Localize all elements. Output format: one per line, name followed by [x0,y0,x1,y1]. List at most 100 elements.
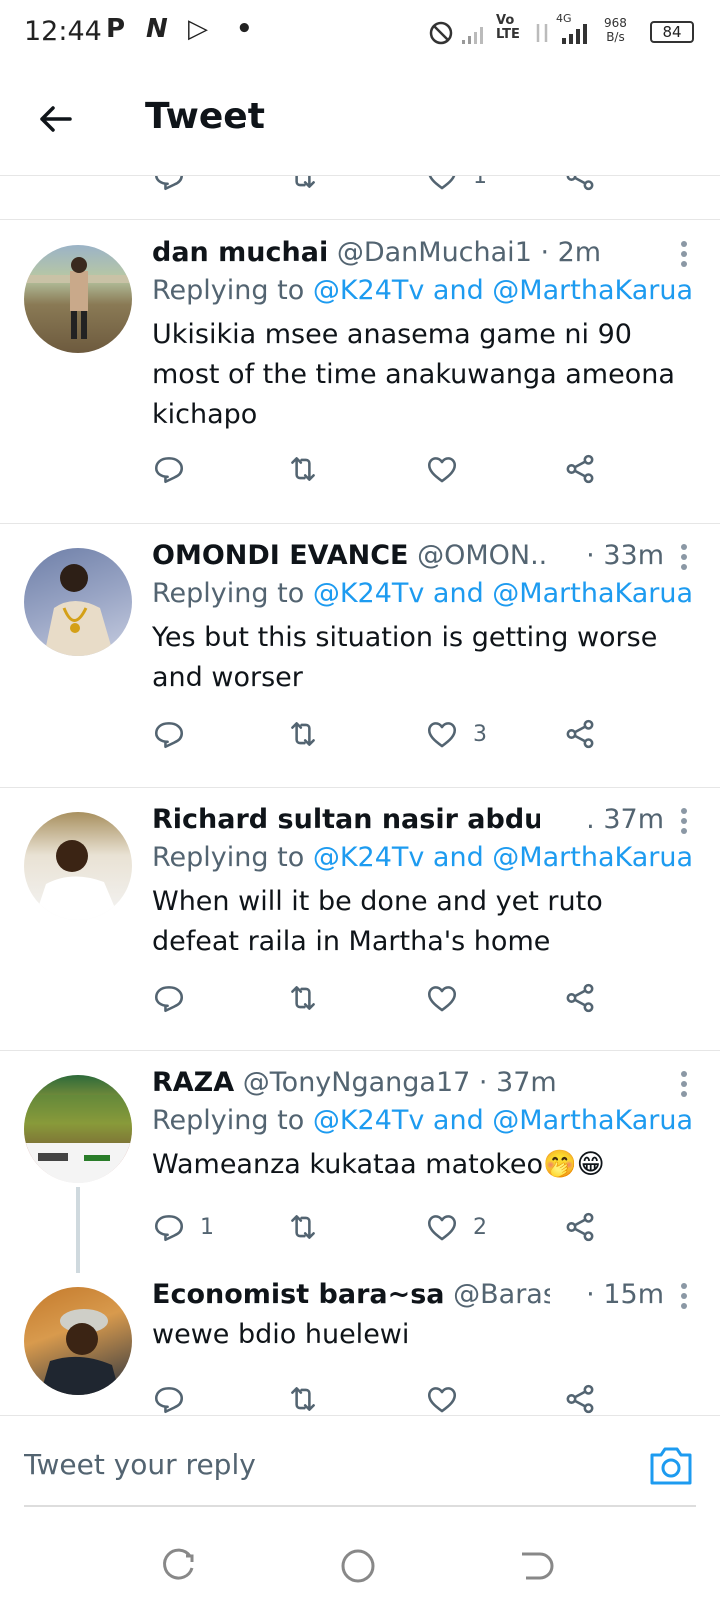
retweet-icon [286,176,320,193]
display-name[interactable]: OMONDI EVANCE [152,540,409,571]
share-button[interactable] [563,1207,597,1247]
reply-button[interactable] [152,176,186,196]
replying-to-links[interactable]: @K24Tv and @MarthaKarua [313,1105,693,1136]
reply-icon [152,176,186,193]
more-options-icon[interactable] [672,1279,696,1315]
like-button[interactable]: 2 [425,1207,487,1247]
page-title: Tweet [145,96,265,137]
tweet-header: dan muchai @DanMuchai1 · 2m [152,237,660,268]
retweet-button[interactable] [286,1379,320,1415]
volte-label: Vo LTE [496,13,520,42]
share-button[interactable] [563,176,597,196]
display-name[interactable]: Richard sultan nasir abdulahi [152,804,540,835]
replying-to: Replying to @K24Tv and @MarthaKarua [152,578,693,609]
retweet-icon [286,717,320,751]
more-options-icon[interactable] [672,1067,696,1103]
share-icon [563,981,597,1015]
tweet-header: Economist bara~sa @Barasa... [152,1279,550,1310]
replying-prefix: Replying to [152,1105,313,1136]
like-button[interactable] [425,978,473,1018]
home-icon[interactable] [338,1546,378,1586]
replying-prefix: Replying to [152,842,313,873]
back-arrow-icon[interactable] [30,94,80,144]
avatar[interactable] [24,548,132,656]
heart-icon [425,1382,459,1415]
display-name[interactable]: dan muchai [152,237,328,268]
heart-icon [425,717,459,751]
like-button[interactable] [425,449,473,489]
tweet-header: OMONDI EVANCE @OMON... [152,540,550,571]
username[interactable]: @OMON... [417,540,550,571]
avatar-photo [44,564,114,656]
like-button[interactable] [425,1379,459,1415]
avatar[interactable] [24,245,132,353]
username-and-time[interactable]: @TonyNganga17 · 37m [243,1067,557,1098]
heart-icon [425,176,459,193]
avatar[interactable] [24,1287,132,1395]
display-name[interactable]: Economist bara~sa [152,1279,445,1310]
reply-tweet[interactable]: RAZA @TonyNganga17 · 37m Replying to @K2… [0,1051,720,1273]
like-button[interactable]: 1 [425,176,487,196]
retweet-button[interactable] [286,449,320,489]
tweet-header: Richard sultan nasir abdulahi .. [152,804,540,835]
signal-icon-2 [562,24,587,44]
username-and-time[interactable]: @DanMuchai1 · 2m [337,237,601,268]
tweet-text: wewe bdio huelewi [152,1319,410,1350]
username[interactable]: @Barasa... [453,1279,550,1310]
back-nav-icon[interactable] [518,1546,558,1586]
reply-input[interactable] [24,1416,614,1512]
status-time: 12:44 [24,16,102,47]
reply-button[interactable] [152,978,200,1018]
status-app-icon-n: N [146,14,168,44]
reply-button[interactable] [152,449,200,489]
status-dot-icon: • [236,14,253,44]
avatar-photo [24,1095,132,1183]
replying-to-links[interactable]: @K24Tv and @MarthaKarua [313,275,693,306]
data-arrows-icon [536,24,548,42]
display-name[interactable]: RAZA [152,1067,234,1098]
reply-tweet[interactable]: Richard sultan nasir abdulahi .. . 37m R… [0,788,720,1051]
more-options-icon[interactable] [672,237,696,273]
tweet-text: Wameanza kukataa matokeo🤭😁 [152,1149,605,1180]
status-app-icon-p: P [106,14,126,44]
more-options-icon[interactable] [672,804,696,840]
reply-button[interactable] [152,1379,186,1415]
share-icon [563,176,597,193]
avatar[interactable] [24,1075,132,1183]
replying-to-links[interactable]: @K24Tv and @MarthaKarua [313,842,693,873]
share-icon [563,1382,597,1415]
retweet-button[interactable] [286,978,320,1018]
share-button[interactable] [563,714,597,754]
retweet-icon [286,452,320,486]
like-button[interactable]: 3 [425,714,487,754]
replying-prefix: Replying to [152,275,313,306]
avatar[interactable] [24,812,132,920]
composer-divider [24,1505,696,1507]
recents-icon[interactable] [160,1546,200,1586]
share-icon [563,717,597,751]
share-button[interactable] [563,449,597,489]
retweet-button[interactable] [286,714,320,754]
camera-icon[interactable] [648,1443,694,1487]
retweet-icon [286,981,320,1015]
replying-to-links[interactable]: @K24Tv and @MarthaKarua [313,578,693,609]
retweet-icon [286,1382,320,1415]
reply-button[interactable]: 1 [152,1207,214,1247]
reply-tweet[interactable]: dan muchai @DanMuchai1 · 2m Replying to … [0,221,720,524]
tweet-actions: 1 [152,176,632,196]
share-button[interactable] [563,978,597,1018]
tweet-time[interactable]: · 33m [586,540,664,571]
retweet-button[interactable] [286,176,320,196]
reply-tweet[interactable]: OMONDI EVANCE @OMON... · 33m Replying to… [0,524,720,788]
retweet-button[interactable] [286,1207,320,1247]
tweet-actions: 3 [152,714,632,754]
tweet-time[interactable]: · 15m [586,1279,664,1310]
share-button[interactable] [563,1379,597,1415]
reply-tweet[interactable]: Economist bara~sa @Barasa... · 15m wewe … [0,1273,720,1415]
tweet-time[interactable]: . 37m [586,804,664,835]
reply-button[interactable] [152,714,200,754]
reply-composer [0,1415,720,1515]
replying-to: Replying to @K24Tv and @MarthaKarua [152,275,693,306]
tweet-text: Ukisikia msee anasema game ni 90 most of… [152,319,675,430]
more-options-icon[interactable] [672,540,696,576]
